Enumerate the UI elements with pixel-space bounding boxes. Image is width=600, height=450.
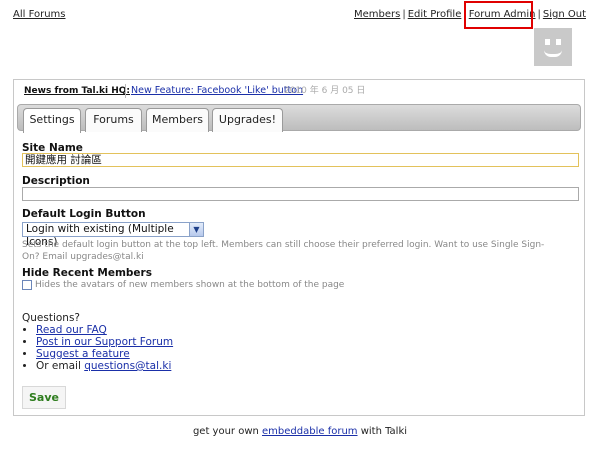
description-input[interactable] xyxy=(22,187,579,201)
chevron-down-icon[interactable]: ▼ xyxy=(189,223,203,236)
footer-text-before: get your own xyxy=(192,426,263,437)
tab-settings[interactable]: Settings xyxy=(23,108,81,133)
support-forum-link[interactable]: Post in our Support Forum xyxy=(36,336,173,348)
footer: get your own embeddable forum with Talki xyxy=(0,426,600,437)
news-divider xyxy=(125,84,126,98)
nav-separator: | xyxy=(537,9,541,20)
suggest-feature-link[interactable]: Suggest a feature xyxy=(36,348,130,360)
tab-upgrades[interactable]: Upgrades! xyxy=(212,108,283,132)
admin-panel: News from Tal.ki HQ: New Feature: Facebo… xyxy=(13,79,585,416)
questions-email-link[interactable]: questions@tal.ki xyxy=(84,360,171,372)
list-item: Read our FAQ xyxy=(36,324,173,336)
news-label: News from Tal.ki HQ: xyxy=(24,86,131,96)
forum-admin-wrap: Forum Admin xyxy=(463,1,536,29)
hide-recent-checkbox[interactable] xyxy=(22,280,32,290)
edit-profile-link[interactable]: Edit Profile xyxy=(408,9,462,20)
top-nav: Members | Edit Profile | Forum Admin | Sign Ou… xyxy=(354,1,586,29)
questions-list: Read our FAQ Post in our Support Forum S… xyxy=(22,324,173,372)
members-link[interactable]: Members xyxy=(354,9,400,20)
list-item: Or email questions@tal.ki xyxy=(36,360,173,372)
email-prefix: Or email xyxy=(36,360,85,372)
questions-section: Questions? Read our FAQ Post in our Supp… xyxy=(22,312,173,372)
tab-members[interactable]: Members xyxy=(146,108,209,132)
hide-recent-label: Hide Recent Members xyxy=(22,267,152,279)
tab-bar: Settings Forums Members Upgrades! xyxy=(17,104,581,133)
list-item: Post in our Support Forum xyxy=(36,336,173,348)
default-login-select[interactable]: Login with existing (Multiple Icons) ▼ xyxy=(22,222,204,248)
save-button[interactable]: Save xyxy=(22,386,66,409)
news-link[interactable]: New Feature: Facebook 'Like' button xyxy=(131,80,303,102)
avatar-left-eye xyxy=(545,39,550,45)
tab-forums[interactable]: Forums xyxy=(85,108,142,132)
avatar[interactable] xyxy=(534,28,572,66)
description-label: Description xyxy=(22,175,90,187)
avatar-right-eye xyxy=(556,39,561,45)
forum-admin-highlight xyxy=(463,1,533,29)
news-bar: News from Tal.ki HQ: New Feature: Facebo… xyxy=(14,80,584,102)
default-login-help: Sets the default login button at the top… xyxy=(22,240,545,262)
faq-link[interactable]: Read our FAQ xyxy=(36,324,107,336)
all-forums-link[interactable]: All Forums xyxy=(13,9,66,20)
news-date: 2010 年 6 月 05 日 xyxy=(284,86,366,96)
avatar-smile xyxy=(544,50,562,57)
site-name-input[interactable]: 開鍵應用 討論區 xyxy=(22,153,579,167)
default-login-label: Default Login Button xyxy=(22,208,146,220)
sign-out-link[interactable]: Sign Out xyxy=(543,9,586,20)
footer-text-after: with Talki xyxy=(357,426,408,437)
nav-separator: | xyxy=(402,9,406,20)
hide-recent-help: Hides the avatars of new members shown a… xyxy=(35,280,345,290)
embeddable-forum-link[interactable]: embeddable forum xyxy=(262,426,358,437)
list-item: Suggest a feature xyxy=(36,348,173,360)
questions-title: Questions? xyxy=(22,312,81,324)
